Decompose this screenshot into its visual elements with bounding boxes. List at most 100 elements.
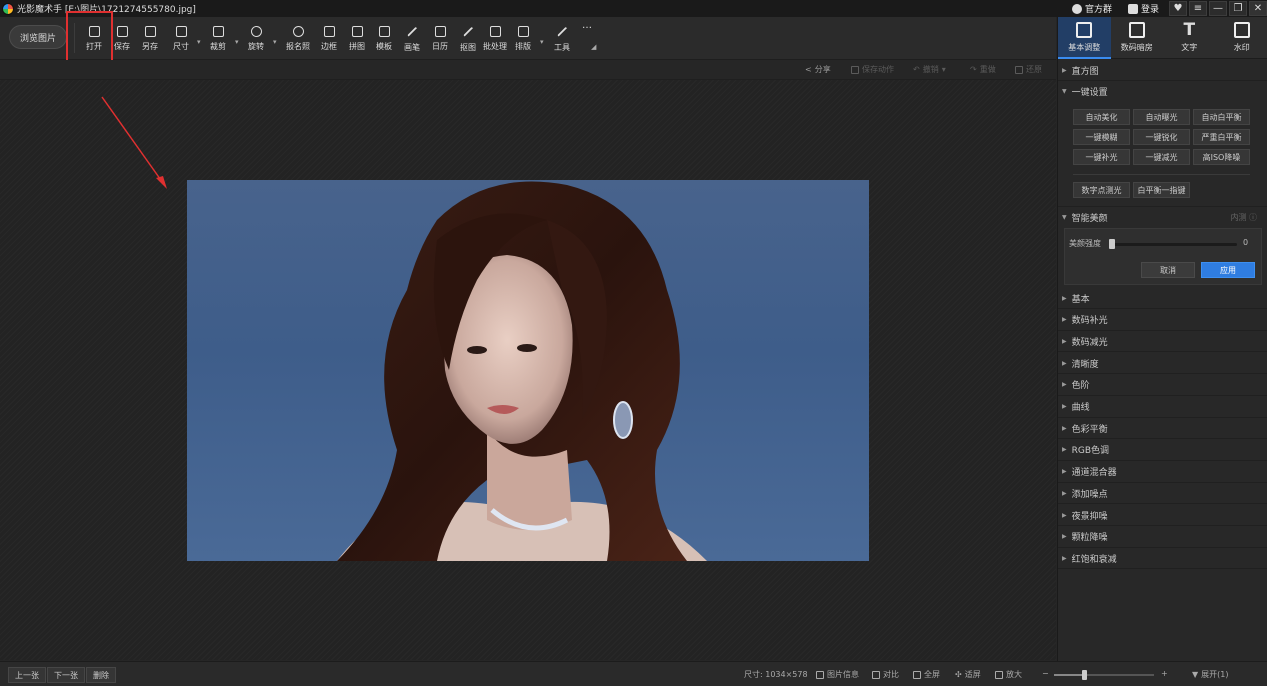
- fit-screen-label: 适屏: [964, 670, 981, 679]
- beta-badge: 内测 ⓘ: [1230, 212, 1257, 222]
- smart-beauty-panel: 美颜强度 0 取消 应用: [1064, 228, 1262, 285]
- section-histogram[interactable]: ▶ 直方图: [1058, 60, 1267, 81]
- section-item[interactable]: ▶ 色阶: [1058, 375, 1267, 396]
- tab-basic-adjust[interactable]: 基本调整: [1058, 17, 1111, 59]
- tab-watermark-label: 水印: [1233, 43, 1250, 52]
- section-item[interactable]: ▶ 添加噪点: [1058, 483, 1267, 505]
- section-item[interactable]: ▶ 清晰度: [1058, 353, 1267, 375]
- high-iso-denoise-button[interactable]: 高ISO降噪: [1193, 149, 1250, 165]
- compare-label: 对比: [883, 670, 899, 679]
- login-button[interactable]: 登录: [1120, 0, 1167, 17]
- section-item[interactable]: ▶ RGB色调: [1058, 440, 1267, 461]
- official-group-button[interactable]: 官方群: [1064, 0, 1120, 17]
- expand-arrow-icon: ▶: [1062, 446, 1067, 454]
- text-icon: T: [1183, 20, 1196, 40]
- one-click-divider: [1073, 174, 1250, 175]
- auto-exposure-button[interactable]: 自动曝光: [1133, 109, 1190, 125]
- severe-white-balance-button[interactable]: 严重白平衡: [1193, 129, 1250, 145]
- fit-screen-button[interactable]: ✣ 适屏: [955, 669, 981, 680]
- one-click-blur-button[interactable]: 一键模糊: [1073, 129, 1130, 145]
- section-smart-beauty[interactable]: ▼ 智能美颜 内测 ⓘ: [1058, 206, 1267, 227]
- section-item-label: 色阶: [1071, 381, 1090, 392]
- beauty-strength-label: 美颜强度: [1069, 239, 1101, 248]
- apply-button[interactable]: 应用: [1201, 262, 1255, 278]
- zoom-slider-fill: [1054, 674, 1084, 676]
- section-item[interactable]: ▶ 颗粒降噪: [1058, 527, 1267, 548]
- previous-image-button[interactable]: 上一张: [8, 667, 46, 683]
- login-label: 登录: [1140, 5, 1159, 15]
- image-info-button[interactable]: 图片信息: [816, 669, 859, 680]
- expand-arrow-icon: ▶: [1062, 359, 1067, 367]
- expand-filmstrip-button[interactable]: ▼ 展开(1): [1192, 669, 1229, 680]
- expand-arrow-icon: ▶: [1062, 489, 1067, 497]
- tab-basic-adjust-label: 基本调整: [1068, 43, 1101, 52]
- image-size-readout: 尺寸: 1034×578: [744, 670, 808, 679]
- section-item-label: 颗粒降噪: [1071, 533, 1108, 544]
- section-item-label: 数码减光: [1071, 337, 1108, 348]
- watermark-icon: [1233, 22, 1250, 38]
- zoom-slider-handle[interactable]: [1082, 670, 1087, 680]
- annotation-arrow: [101, 96, 167, 189]
- menu-button[interactable]: ≡: [1189, 1, 1207, 16]
- zoom-plus-button[interactable]: +: [1161, 669, 1168, 678]
- minimize-button[interactable]: —: [1209, 1, 1227, 16]
- expand-arrow-icon: ▶: [1062, 554, 1067, 562]
- restore-button[interactable]: ❐: [1229, 1, 1247, 16]
- tab-text[interactable]: T 文字: [1163, 17, 1216, 59]
- panel-tabs: 基本调整 数码暗房 T 文字 水印: [1058, 17, 1267, 59]
- fit-screen-icon: ✣: [955, 670, 962, 679]
- one-click-reduce-light-button[interactable]: 一键减光: [1133, 149, 1190, 165]
- beauty-strength-handle[interactable]: [1109, 239, 1115, 249]
- section-item-label: 红饱和衰减: [1071, 554, 1117, 565]
- next-image-button[interactable]: 下一张: [47, 667, 85, 683]
- close-button[interactable]: ✕: [1249, 1, 1267, 16]
- expand-arrow-icon: ▶: [1062, 468, 1067, 476]
- section-item[interactable]: ▶ 基本: [1058, 288, 1267, 309]
- expand-arrow-icon: ▶: [1062, 403, 1067, 410]
- section-item-label: 通道混合器: [1071, 468, 1117, 479]
- zoom-in-button[interactable]: 放大: [995, 669, 1022, 680]
- tab-digital-darkroom-label: 数码暗房: [1120, 43, 1153, 52]
- section-item[interactable]: ▶ 夜景抑噪: [1058, 505, 1267, 526]
- zoom-slider[interactable]: [1054, 670, 1154, 680]
- delete-image-button[interactable]: 删除: [86, 667, 116, 683]
- compare-icon: [872, 670, 880, 679]
- section-histogram-label: 直方图: [1071, 66, 1099, 77]
- one-click-fill-light-button[interactable]: 一键补光: [1073, 149, 1130, 165]
- section-item-label: 清晰度: [1071, 359, 1099, 370]
- section-item[interactable]: ▶ 通道混合器: [1058, 462, 1267, 483]
- tab-digital-darkroom[interactable]: 数码暗房: [1111, 17, 1164, 59]
- section-item[interactable]: ▶ 数码补光: [1058, 310, 1267, 331]
- section-item[interactable]: ▶ 色彩平衡: [1058, 418, 1267, 440]
- section-one-click[interactable]: ▼ 一键设置: [1058, 81, 1267, 102]
- favorite-button[interactable]: ♥: [1169, 1, 1187, 16]
- fullscreen-button[interactable]: 全屏: [913, 669, 940, 680]
- collapse-arrow-icon: ▼: [1062, 213, 1067, 221]
- one-click-sharpen-button[interactable]: 一键锐化: [1133, 129, 1190, 145]
- zoom-out-button[interactable]: −: [1042, 669, 1049, 678]
- beauty-strength-slider[interactable]: [1109, 239, 1237, 249]
- spot-metering-button[interactable]: 数字点测光: [1073, 182, 1130, 198]
- section-item-label: 色彩平衡: [1071, 424, 1108, 435]
- section-item-label: RGB色调: [1071, 446, 1110, 457]
- cancel-button[interactable]: 取消: [1141, 262, 1195, 278]
- camera-icon: [1128, 22, 1145, 38]
- expand-label: 展开(1): [1201, 670, 1229, 679]
- auto-beautify-button[interactable]: 自动美化: [1073, 109, 1130, 125]
- section-item[interactable]: ▶ 数码减光: [1058, 331, 1267, 353]
- expand-arrow-icon: ▶: [1062, 66, 1067, 74]
- section-item-label: 夜景抑噪: [1071, 511, 1108, 522]
- white-balance-picker-button[interactable]: 白平衡一指键: [1133, 182, 1190, 198]
- section-item[interactable]: ▶ 曲线: [1058, 397, 1267, 418]
- section-item[interactable]: ▶ 红饱和衰减: [1058, 548, 1267, 570]
- tab-watermark[interactable]: 水印: [1216, 17, 1267, 59]
- section-item-label: 添加噪点: [1071, 489, 1108, 500]
- expand-arrow-icon: ▶: [1062, 533, 1067, 541]
- fullscreen-icon: [913, 670, 921, 679]
- auto-white-balance-button[interactable]: 自动白平衡: [1193, 109, 1250, 125]
- tab-text-label: 文字: [1181, 43, 1198, 52]
- edit-icon: [1076, 22, 1093, 38]
- expand-arrow-icon: ▶: [1062, 294, 1067, 302]
- compare-button[interactable]: 对比: [872, 669, 899, 680]
- expand-arrow-icon: ▶: [1062, 316, 1067, 324]
